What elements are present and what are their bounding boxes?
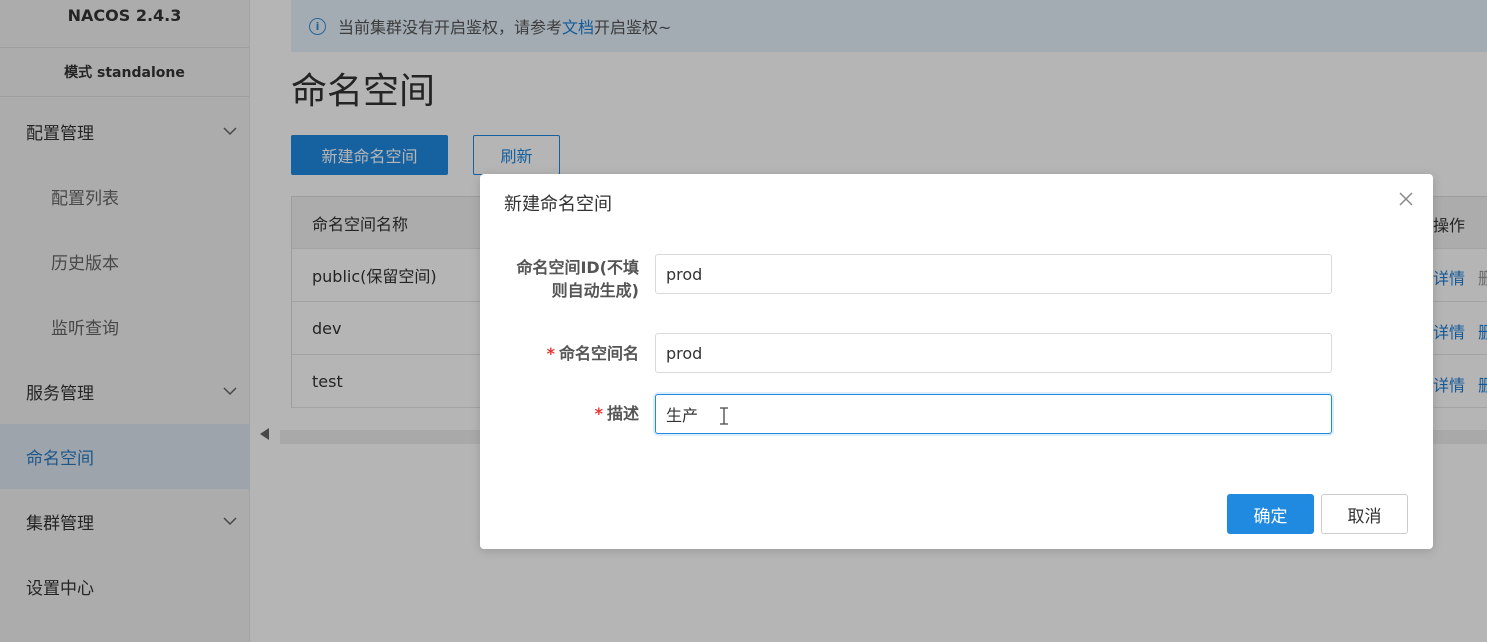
required-mark: * [594, 404, 603, 423]
text-cursor-icon [720, 407, 728, 425]
description-label: * 描述 [594, 404, 639, 423]
new-namespace-dialog: 新建命名空间 命名空间ID(不填 则自动生成) prod * 命名空间名 prod… [480, 174, 1433, 549]
cancel-button[interactable]: 取消 [1321, 494, 1408, 534]
required-mark: * [546, 344, 555, 363]
namespace-id-label: 命名空间ID(不填 则自动生成) [516, 258, 639, 300]
description-input[interactable]: 生产 [655, 394, 1332, 434]
confirm-button[interactable]: 确定 [1227, 494, 1314, 534]
namespace-name-label: * 命名空间名 [546, 344, 639, 363]
namespace-name-input[interactable]: prod [655, 333, 1332, 373]
namespace-id-input[interactable]: prod [655, 254, 1332, 294]
dialog-title: 新建命名空间 [504, 194, 612, 215]
close-icon[interactable] [1397, 190, 1415, 208]
